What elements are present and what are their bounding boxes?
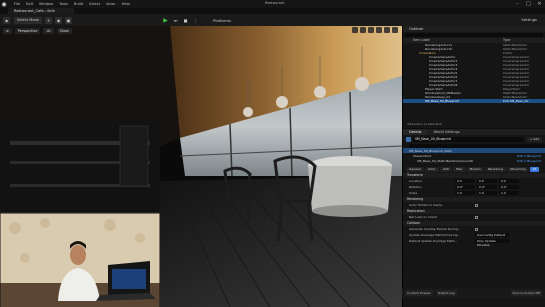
maximize-viewport-icon[interactable] xyxy=(392,27,398,33)
outliner-list: RenderingActor11 StaticMeshActor Renderin… xyxy=(403,43,545,103)
details-search-row xyxy=(403,143,545,148)
status-bar: Content Drawer Output Log Source Control… xyxy=(402,288,545,298)
outliner-panel: Outliner Item Label Type RenderingActor1… xyxy=(402,26,545,128)
category-streaming[interactable]: Streaming xyxy=(507,167,529,172)
outliner-actor-count: 344 actors (1 selected) xyxy=(407,122,442,126)
viewport-transform-tools xyxy=(350,27,398,33)
perspective-button[interactable]: Perspective xyxy=(14,27,41,34)
details-actor-header: SM_Base_00_Blueprint + Add xyxy=(403,135,545,143)
maximize-icon[interactable]: □ xyxy=(523,0,534,8)
update-overlaps-dropdown[interactable]: Use Config Default xyxy=(475,233,509,237)
viewport-options-icon[interactable]: ≡ xyxy=(3,27,12,34)
hidden-in-game-property: Actor Hidden In Game xyxy=(403,202,545,208)
grid-snap-icon[interactable] xyxy=(376,27,382,33)
close-icon[interactable]: ✕ xyxy=(534,0,545,8)
rotation-y-field[interactable]: 0.0° xyxy=(477,185,497,189)
platforms-button[interactable]: Platforms xyxy=(213,18,231,23)
stop-icon[interactable]: ■ xyxy=(182,17,189,24)
outliner-row-selected[interactable]: SM_Base_00_Blueprint Edit SM_Base_00 xyxy=(403,99,545,103)
menu-tools[interactable]: Tools xyxy=(59,2,68,6)
scale-property: Scale 1.0 1.0 1.0 xyxy=(403,190,545,196)
presenter-video xyxy=(0,213,160,307)
play-icon[interactable]: ▶ xyxy=(162,17,169,24)
details-panel: Details World Settings SM_Base_00_Bluepr… xyxy=(402,129,545,307)
add-content-icon[interactable]: + xyxy=(45,16,53,24)
component-row[interactable]: SM_Base_00_StaticMeshComponent0 Edit in … xyxy=(403,158,545,163)
menu-select[interactable]: Select xyxy=(89,2,100,6)
scale-z-field[interactable]: 1.0 xyxy=(499,191,519,195)
location-z-field[interactable]: 0.0 xyxy=(499,179,519,183)
content-drawer-button[interactable]: Content Drawer xyxy=(405,290,433,296)
rotation-z-field[interactable]: 0.0° xyxy=(499,185,519,189)
menu-file[interactable]: File xyxy=(14,2,20,6)
save-icon[interactable]: ▪ xyxy=(3,16,10,24)
minimize-icon[interactable]: – xyxy=(512,0,523,8)
hidden-in-game-checkbox[interactable] xyxy=(475,203,478,207)
show-button[interactable]: Show xyxy=(56,27,72,34)
category-actor[interactable]: Actor xyxy=(424,167,439,172)
viewport-toolbar: ≡ Perspective Lit Show xyxy=(0,26,402,35)
default-update-overlaps-property: Default Update Overlaps Meth... Only Upd… xyxy=(403,238,545,247)
generate-overlap-checkbox[interactable] xyxy=(475,227,478,231)
skip-icon[interactable]: ⏭ xyxy=(172,17,179,24)
net-load-on-client-property: Net Load on Client xyxy=(403,214,545,220)
menu-edit[interactable]: Edit xyxy=(26,2,33,6)
edit-in-blueprint-link[interactable]: Edit in Blueprint xyxy=(517,159,545,163)
actor-name-field[interactable]: SM_Base_00_Blueprint xyxy=(413,136,524,142)
menu-help[interactable]: Help xyxy=(122,2,130,6)
category-physics[interactable]: Physics xyxy=(466,167,484,172)
default-update-overlaps-dropdown[interactable]: Only Update Movable xyxy=(475,239,509,247)
category-lod[interactable]: LOD xyxy=(439,167,452,172)
location-y-field[interactable]: 0.0 xyxy=(477,179,497,183)
project-title: Restaurant xyxy=(265,1,285,5)
lit-button[interactable]: Lit xyxy=(43,27,54,34)
cinematics-icon[interactable]: ▣ xyxy=(65,16,73,24)
play-options-icon[interactable]: ⋮ xyxy=(192,17,199,24)
output-log-button[interactable]: Output Log xyxy=(435,290,457,296)
menu-build[interactable]: Build xyxy=(74,2,83,6)
outliner-search-input[interactable] xyxy=(405,33,543,37)
edit-in-blueprint-link[interactable]: Edit in Blueprint xyxy=(517,154,545,158)
translate-icon[interactable] xyxy=(352,27,358,33)
select-mode-dropdown[interactable]: Select Mode xyxy=(14,16,43,24)
category-misc[interactable]: Misc xyxy=(452,167,466,172)
camera-speed-icon[interactable] xyxy=(384,27,390,33)
components-search-input[interactable] xyxy=(409,143,545,148)
add-component-button[interactable]: + Add xyxy=(526,136,542,142)
category-filter-bar: General Actor LOD Misc Physics Rendering… xyxy=(403,167,545,172)
component-row[interactable]: Shared Root Edit in Blueprint xyxy=(403,153,545,158)
net-load-on-client-checkbox[interactable] xyxy=(475,215,478,219)
scale-x-field[interactable]: 1.0 xyxy=(455,191,475,195)
details-tab[interactable]: Details xyxy=(403,129,428,135)
rotate-icon[interactable] xyxy=(360,27,366,33)
unreal-logo-icon[interactable]: ◉ xyxy=(0,0,8,8)
scale-icon[interactable] xyxy=(368,27,374,33)
menu-actor[interactable]: Actor xyxy=(106,2,115,6)
scale-y-field[interactable]: 1.0 xyxy=(477,191,497,195)
location-x-field[interactable]: 0.0 xyxy=(455,179,475,183)
title-bar: ◉ File Edit Window Tools Build Select Ac… xyxy=(0,0,545,8)
source-control-button[interactable]: Source Control Off xyxy=(510,290,542,296)
blueprint-icon[interactable]: ◆ xyxy=(55,16,63,24)
main-toolbar: ▪ Select Mode + ◆ ▣ ▶ ⏭ ■ ⋮ Platforms Se… xyxy=(0,14,545,26)
world-settings-tab[interactable]: World Settings xyxy=(427,129,465,135)
settings-button[interactable]: Settings xyxy=(521,17,537,22)
actor-icon xyxy=(406,136,411,142)
menu-window[interactable]: Window xyxy=(39,2,53,6)
category-rendering[interactable]: Rendering xyxy=(484,167,507,172)
rotation-x-field[interactable]: 0.0° xyxy=(455,185,475,189)
category-general[interactable]: General xyxy=(406,167,424,172)
webcam-overlay xyxy=(0,212,160,307)
category-all[interactable]: All xyxy=(529,167,540,172)
